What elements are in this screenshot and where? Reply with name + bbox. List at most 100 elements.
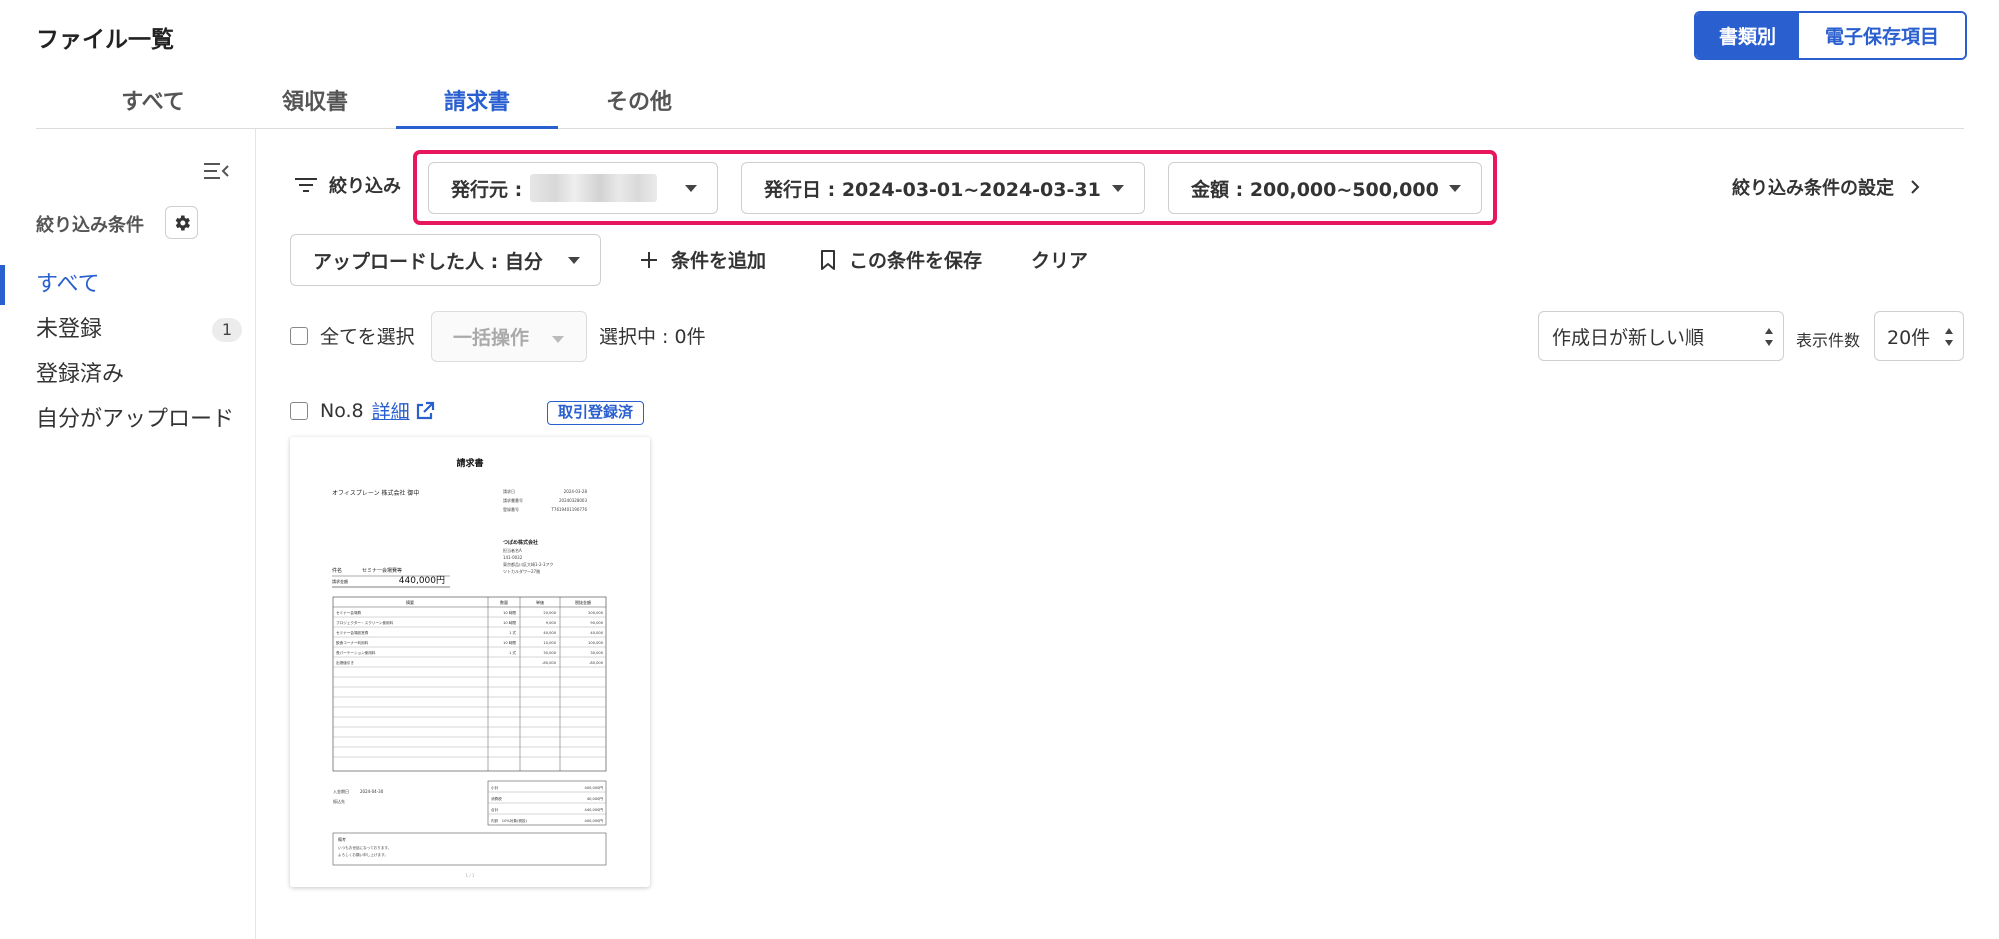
sidebar-item-registered[interactable]: 登録済み xyxy=(0,355,256,395)
preview-table-cell: 20,000 xyxy=(543,611,556,615)
sidebar-collapse-icon[interactable] xyxy=(203,161,229,181)
preview-table-cell: 30,000 xyxy=(543,651,556,655)
preview-table-header: 摘要 xyxy=(406,599,414,605)
chevron-right-icon xyxy=(1911,180,1920,194)
preview-total-value: 440,000円 xyxy=(585,808,604,812)
selected-count: 選択中 : 0件 xyxy=(599,326,706,348)
preview-meta-label: 登録番号 xyxy=(503,506,519,512)
preview-table-cell: 10 時間 xyxy=(503,610,516,615)
preview-table-cell: 10 時間 xyxy=(503,640,516,645)
preview-table-cell: 90,000 xyxy=(590,621,603,625)
uploader-filter-dropdown[interactable]: アップロードした人 : 自分 xyxy=(290,234,601,286)
filter-settings-link[interactable]: 絞り込み条件の設定 xyxy=(1732,174,1920,200)
external-link-icon[interactable] xyxy=(414,400,436,422)
preview-table-cell: 10,000 xyxy=(543,641,556,645)
preview-table-cell: 1 式 xyxy=(509,650,516,655)
preview-table-cell: プロジェクター・スクリーン使用料 xyxy=(336,620,394,625)
file-number: No.8 xyxy=(320,399,364,422)
preview-table-cell: 9,000 xyxy=(546,621,557,625)
preview-table-cell: 40,000 xyxy=(543,631,556,635)
preview-table-cell: -80,000 xyxy=(589,661,604,665)
preview-table-header: 税抜金額 xyxy=(575,599,591,605)
preview-table-cell: セミナー会場設営費 xyxy=(336,630,369,635)
preview-meta-label: 請求日 xyxy=(503,488,515,494)
preview-issuer-line: ツトカルダワー27階 xyxy=(503,568,540,574)
preview-total-value: 40,000円 xyxy=(587,797,604,801)
preview-table-cell: 1 式 xyxy=(509,630,516,635)
file-select-checkbox[interactable] xyxy=(290,401,308,420)
select-arrows-icon xyxy=(1945,328,1953,346)
preview-table-cell: 30,000 xyxy=(590,651,603,655)
preview-table-cell: -80,000 xyxy=(542,661,557,665)
filter-toggle[interactable]: 絞り込み xyxy=(293,172,401,198)
view-by-e-storage-button[interactable]: 電子保存項目 xyxy=(1799,13,1965,58)
clear-button[interactable]: クリア xyxy=(1031,246,1088,273)
document-thumbnail[interactable]: 請求書 オフィスプレーン 株式会社 御中 請求日 2024-03-28 請求書番… xyxy=(290,437,650,887)
tab-receipts[interactable]: 領収書 xyxy=(234,82,396,129)
preview-subject-label: 件名 xyxy=(332,567,342,574)
add-condition-label: 条件を追加 xyxy=(671,250,767,272)
uploader-filter-label: アップロードした人 : 自分 xyxy=(313,250,543,273)
preview-meta-label: 請求書番号 xyxy=(503,497,523,503)
preview-notes-line: よろしくお願い申し上げます。 xyxy=(338,852,388,857)
status-badge: 取引登録済 xyxy=(547,401,645,425)
sidebar-item-my-uploads[interactable]: 自分がアップロード xyxy=(0,400,256,440)
preview-issuer-line: 141-0032 xyxy=(503,555,523,560)
preview-title: 請求書 xyxy=(456,457,483,469)
save-condition-button[interactable]: この条件を保存 xyxy=(819,246,982,273)
preview-subject: セミナー会場費等 xyxy=(362,567,402,574)
sort-select[interactable]: 作成日が新しい順 xyxy=(1538,311,1784,361)
select-all-checkbox[interactable] xyxy=(290,326,308,345)
detail-link[interactable]: 詳細 xyxy=(372,397,410,424)
preview-total-label: 消費税 xyxy=(491,796,502,801)
sidebar-item-unregistered[interactable]: 未登録 1 xyxy=(0,310,256,350)
preview-meta-value: 20240328003 xyxy=(559,498,587,503)
plus-icon xyxy=(641,251,657,268)
preview-total-value: 400,000円 xyxy=(585,819,604,823)
sort-select-value: 作成日が新しい順 xyxy=(1552,326,1705,349)
preview-issuer-line: 東京都品川区大崎1-2-3アク xyxy=(503,561,553,567)
preview-table-cell: セミナー会場費 xyxy=(336,610,362,615)
filter-conditions-title: 絞り込み条件 xyxy=(36,215,144,236)
preview-total-label: 内訳 10%対象(税抜) xyxy=(491,818,528,823)
preview-total-label: 小計 xyxy=(491,785,499,790)
preview-table-cell: 100,000 xyxy=(588,641,604,645)
caret-down-icon xyxy=(552,336,564,343)
page-title: ファイル一覧 xyxy=(36,27,174,53)
sidebar-item-all[interactable]: すべて xyxy=(0,265,256,305)
add-condition-button[interactable]: 条件を追加 xyxy=(639,246,766,273)
tab-invoices[interactable]: 請求書 xyxy=(396,82,558,129)
preview-due-date: 2024-04-30 xyxy=(360,789,384,794)
preview-page-number: 1 / 1 xyxy=(466,873,475,878)
per-page-value: 20件 xyxy=(1887,326,1931,349)
select-all-label: 全てを選択 xyxy=(320,326,415,348)
preview-table-cell: 10 時間 xyxy=(503,620,516,625)
sidebar-item-label: 未登録 xyxy=(36,317,103,342)
tab-all[interactable]: すべて xyxy=(72,82,234,129)
filter-conditions-settings-button[interactable] xyxy=(165,206,198,239)
view-by-document-button[interactable]: 書類別 xyxy=(1696,13,1799,58)
preview-issuer-line: 担当者名A xyxy=(503,547,522,553)
caret-down-icon xyxy=(568,257,580,264)
sidebar: 絞り込み条件 すべて 未登録 1 登録済み 自分がアップロード xyxy=(0,129,256,939)
filter-icon xyxy=(295,178,317,192)
preview-notes-line: いつもお世話になっております。 xyxy=(338,845,391,850)
preview-total-value: 400,000円 xyxy=(585,786,604,790)
preview-total-label: 合計 xyxy=(491,807,499,812)
preview-notes-label: 備考 xyxy=(338,836,346,842)
tab-other[interactable]: その他 xyxy=(558,82,720,129)
per-page-select[interactable]: 20件 xyxy=(1874,311,1964,361)
bookmark-icon xyxy=(821,249,835,270)
gear-icon xyxy=(175,215,190,230)
preview-table-cell: 長パーテーション使用料 xyxy=(336,650,376,655)
select-arrows-icon xyxy=(1765,328,1773,346)
select-all[interactable]: 全てを選択 xyxy=(290,322,415,349)
highlight-annotation xyxy=(413,150,1497,225)
bulk-action-dropdown[interactable]: 一括操作 xyxy=(431,311,587,362)
preview-due-label: 入金期日 xyxy=(333,788,349,794)
preview-table-cell: 200,000 xyxy=(588,611,604,615)
preview-table-cell: 出張値引き xyxy=(336,660,354,665)
preview-amount: 440,000円 xyxy=(399,575,445,586)
bulk-action-label: 一括操作 xyxy=(453,327,530,349)
filter-label: 絞り込み xyxy=(329,176,401,197)
